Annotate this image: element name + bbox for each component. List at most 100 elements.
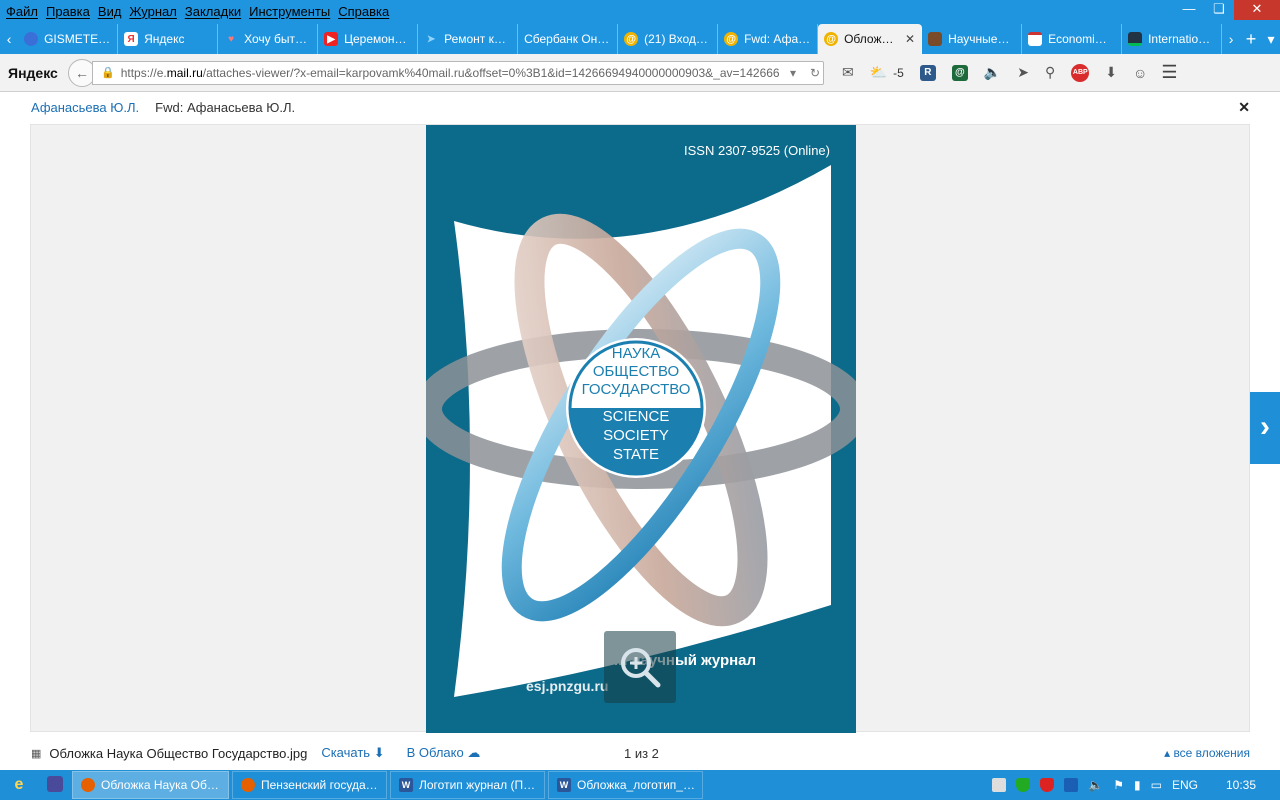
tabs-scroll-right-icon[interactable]: › xyxy=(1222,24,1240,54)
tab-ceremony[interactable]: ▶ Церемон… xyxy=(318,24,419,54)
page-icon xyxy=(1028,32,1043,46)
logo-english: SCIENCE SOCIETY STATE xyxy=(566,407,706,464)
yandex-logo: Яндекс xyxy=(8,64,58,81)
mail-icon[interactable]: ✉ xyxy=(842,64,854,81)
antivirus-icon[interactable] xyxy=(1040,778,1055,792)
url-dropdown-icon[interactable]: ▾ xyxy=(785,66,801,80)
taskbar-item-firefox-penza[interactable]: Пензенский госуда… xyxy=(232,771,387,799)
system-tray: 🔈 ⚑ ▮ ▭ ENG 10:35 xyxy=(992,778,1280,792)
cloud-label: В Облако xyxy=(406,745,464,760)
weather-icon[interactable]: ⛅ xyxy=(870,64,887,81)
rss-icon[interactable]: R xyxy=(919,64,936,81)
task-label: Логотип журнал (П… xyxy=(419,778,536,792)
menu-tools[interactable]: Инструменты xyxy=(247,4,336,19)
speaker-icon[interactable]: 🔈 xyxy=(984,64,1001,81)
logo-ru-line: ГОСУДАРСТВО xyxy=(581,381,691,398)
save-icon[interactable] xyxy=(38,775,72,795)
tab-gismeteo[interactable]: GISMETE… xyxy=(18,24,119,54)
tab-label: Хочу быт… xyxy=(244,32,307,46)
arrow-icon: ➤ xyxy=(426,33,436,45)
reload-icon[interactable]: ↻ xyxy=(807,66,823,80)
menu-bar: Файл Правка Вид Журнал Закладки Инструме… xyxy=(0,0,1280,22)
task-label: Обложка Наука Об… xyxy=(101,778,219,792)
minimize-icon[interactable]: — xyxy=(1174,0,1204,20)
adblock-icon[interactable]: ABP xyxy=(1071,63,1090,82)
word-icon: W xyxy=(399,778,413,792)
network-share-icon[interactable] xyxy=(992,778,1007,792)
restore-icon[interactable]: ❏ xyxy=(1204,0,1234,20)
tab-economi[interactable]: Economi… xyxy=(1022,24,1123,54)
cloud-icon: ☁ xyxy=(467,745,481,760)
tab-hochu[interactable]: ♥ Хочу быт… xyxy=(218,24,319,54)
tab-remont[interactable]: ➤ Ремонт к… xyxy=(418,24,519,54)
tab-fwd[interactable]: @ Fwd: Афа… xyxy=(718,24,819,54)
address-bar[interactable]: 🔒 https://e.mail.ru/attaches-viewer/?x-e… xyxy=(92,60,824,85)
tab-label: (21) Входя… xyxy=(644,32,712,46)
tab-label: Научные… xyxy=(948,32,1010,46)
ie-icon[interactable]: e xyxy=(0,776,38,794)
attachment-filename: Обложка Наука Общество Государство.jpg xyxy=(49,745,308,761)
logo-ru-line: НАУКА xyxy=(611,345,661,362)
taskbar-item-word-cover[interactable]: W Обложка_логотип_… xyxy=(548,771,703,799)
send-icon[interactable]: ➤ xyxy=(1017,64,1029,81)
all-attachments-link[interactable]: ▴ все вложения xyxy=(1164,746,1250,760)
clock[interactable]: 10:35 xyxy=(1226,778,1256,792)
tab-label: Церемон… xyxy=(344,32,407,46)
zoom-button[interactable] xyxy=(604,631,676,703)
download-label: Скачать xyxy=(321,745,371,760)
taskbar-item-word-logo[interactable]: W Логотип журнал (П… xyxy=(390,771,545,799)
download-link[interactable]: Скачать ⬇ xyxy=(321,745,384,761)
tab-inbox[interactable]: @ (21) Входя… xyxy=(618,24,719,54)
signal-icon[interactable]: ▮ xyxy=(1134,778,1141,792)
tabs-scroll-left-icon[interactable]: ‹ xyxy=(0,24,18,54)
menu-file[interactable]: Файл xyxy=(4,4,44,19)
new-tab-button[interactable]: + xyxy=(1240,24,1262,54)
logo-ru-line: ОБЩЕСТВО xyxy=(592,363,680,380)
menu-edit[interactable]: Правка xyxy=(44,4,96,19)
search-icon[interactable]: ⚲ xyxy=(1045,64,1055,81)
tab-yandex[interactable]: Я Яндекс xyxy=(118,24,219,54)
book-icon xyxy=(928,32,943,46)
issn-text: ISSN 2307-9525 (Online) xyxy=(684,143,830,158)
save-to-cloud-link[interactable]: В Облако ☁ xyxy=(407,745,481,761)
youtube-icon: ▶ xyxy=(324,32,339,46)
lock-icon: 🔒 xyxy=(101,67,115,79)
window-close-icon[interactable]: ✕ xyxy=(1234,0,1280,20)
flag-icon[interactable]: ⚑ xyxy=(1113,778,1124,792)
tab-label: Ремонт к… xyxy=(444,32,506,46)
taskbar-item-firefox-cover[interactable]: Обложка Наука Об… xyxy=(72,771,229,799)
menu-view[interactable]: Вид xyxy=(96,4,128,19)
tab-label: GISMETE… xyxy=(44,32,111,46)
tabs-list-icon[interactable]: ▾ xyxy=(1262,24,1280,54)
tab-sberbank[interactable]: Сбербанк Он… xyxy=(518,24,619,54)
globe-icon xyxy=(24,32,39,46)
tab-close-icon[interactable]: ✕ xyxy=(905,32,915,46)
firefox-icon xyxy=(241,778,255,792)
zoom-in-icon xyxy=(621,648,661,688)
language-indicator[interactable]: ENG xyxy=(1172,778,1198,792)
menu-bookmarks[interactable]: Закладки xyxy=(183,4,247,19)
monitor-icon[interactable]: ▭ xyxy=(1151,778,1162,792)
viewer-close-icon[interactable]: ✕ xyxy=(1238,99,1250,116)
tab-cover-active[interactable]: @ Облож… ✕ xyxy=(818,24,923,54)
teamviewer-icon[interactable] xyxy=(1064,778,1079,792)
shield-icon[interactable] xyxy=(1016,778,1031,792)
mailru-agent-icon[interactable]: @ xyxy=(951,64,968,81)
download-icon[interactable]: ⬇ xyxy=(1105,64,1117,81)
word-icon: W xyxy=(557,778,571,792)
volume-icon[interactable]: 🔈 xyxy=(1088,778,1103,792)
menu-history[interactable]: Журнал xyxy=(127,4,182,19)
url-text[interactable]: https://e.mail.ru/attaches-viewer/?x-ema… xyxy=(121,66,779,80)
triangle-up-icon: ▴ xyxy=(1164,746,1171,760)
next-attachment-button[interactable]: › xyxy=(1250,392,1280,464)
sender-link[interactable]: Афанасьева Ю.Л. xyxy=(31,100,139,115)
navigation-bar: Яндекс ← 🔒 https://e.mail.ru/attaches-vi… xyxy=(0,54,1280,92)
tab-internatio[interactable]: Internatio… xyxy=(1122,24,1223,54)
task-label: Обложка_логотип_… xyxy=(577,778,695,792)
chat-icon[interactable]: ☺ xyxy=(1133,65,1147,81)
yandex-icon: Я xyxy=(124,32,139,46)
tab-nauchnye[interactable]: Научные… xyxy=(922,24,1023,54)
all-attachments-label: все вложения xyxy=(1173,746,1250,760)
menu-hamburger-icon[interactable]: ☰ xyxy=(1161,62,1177,83)
menu-help[interactable]: Справка xyxy=(336,4,395,19)
